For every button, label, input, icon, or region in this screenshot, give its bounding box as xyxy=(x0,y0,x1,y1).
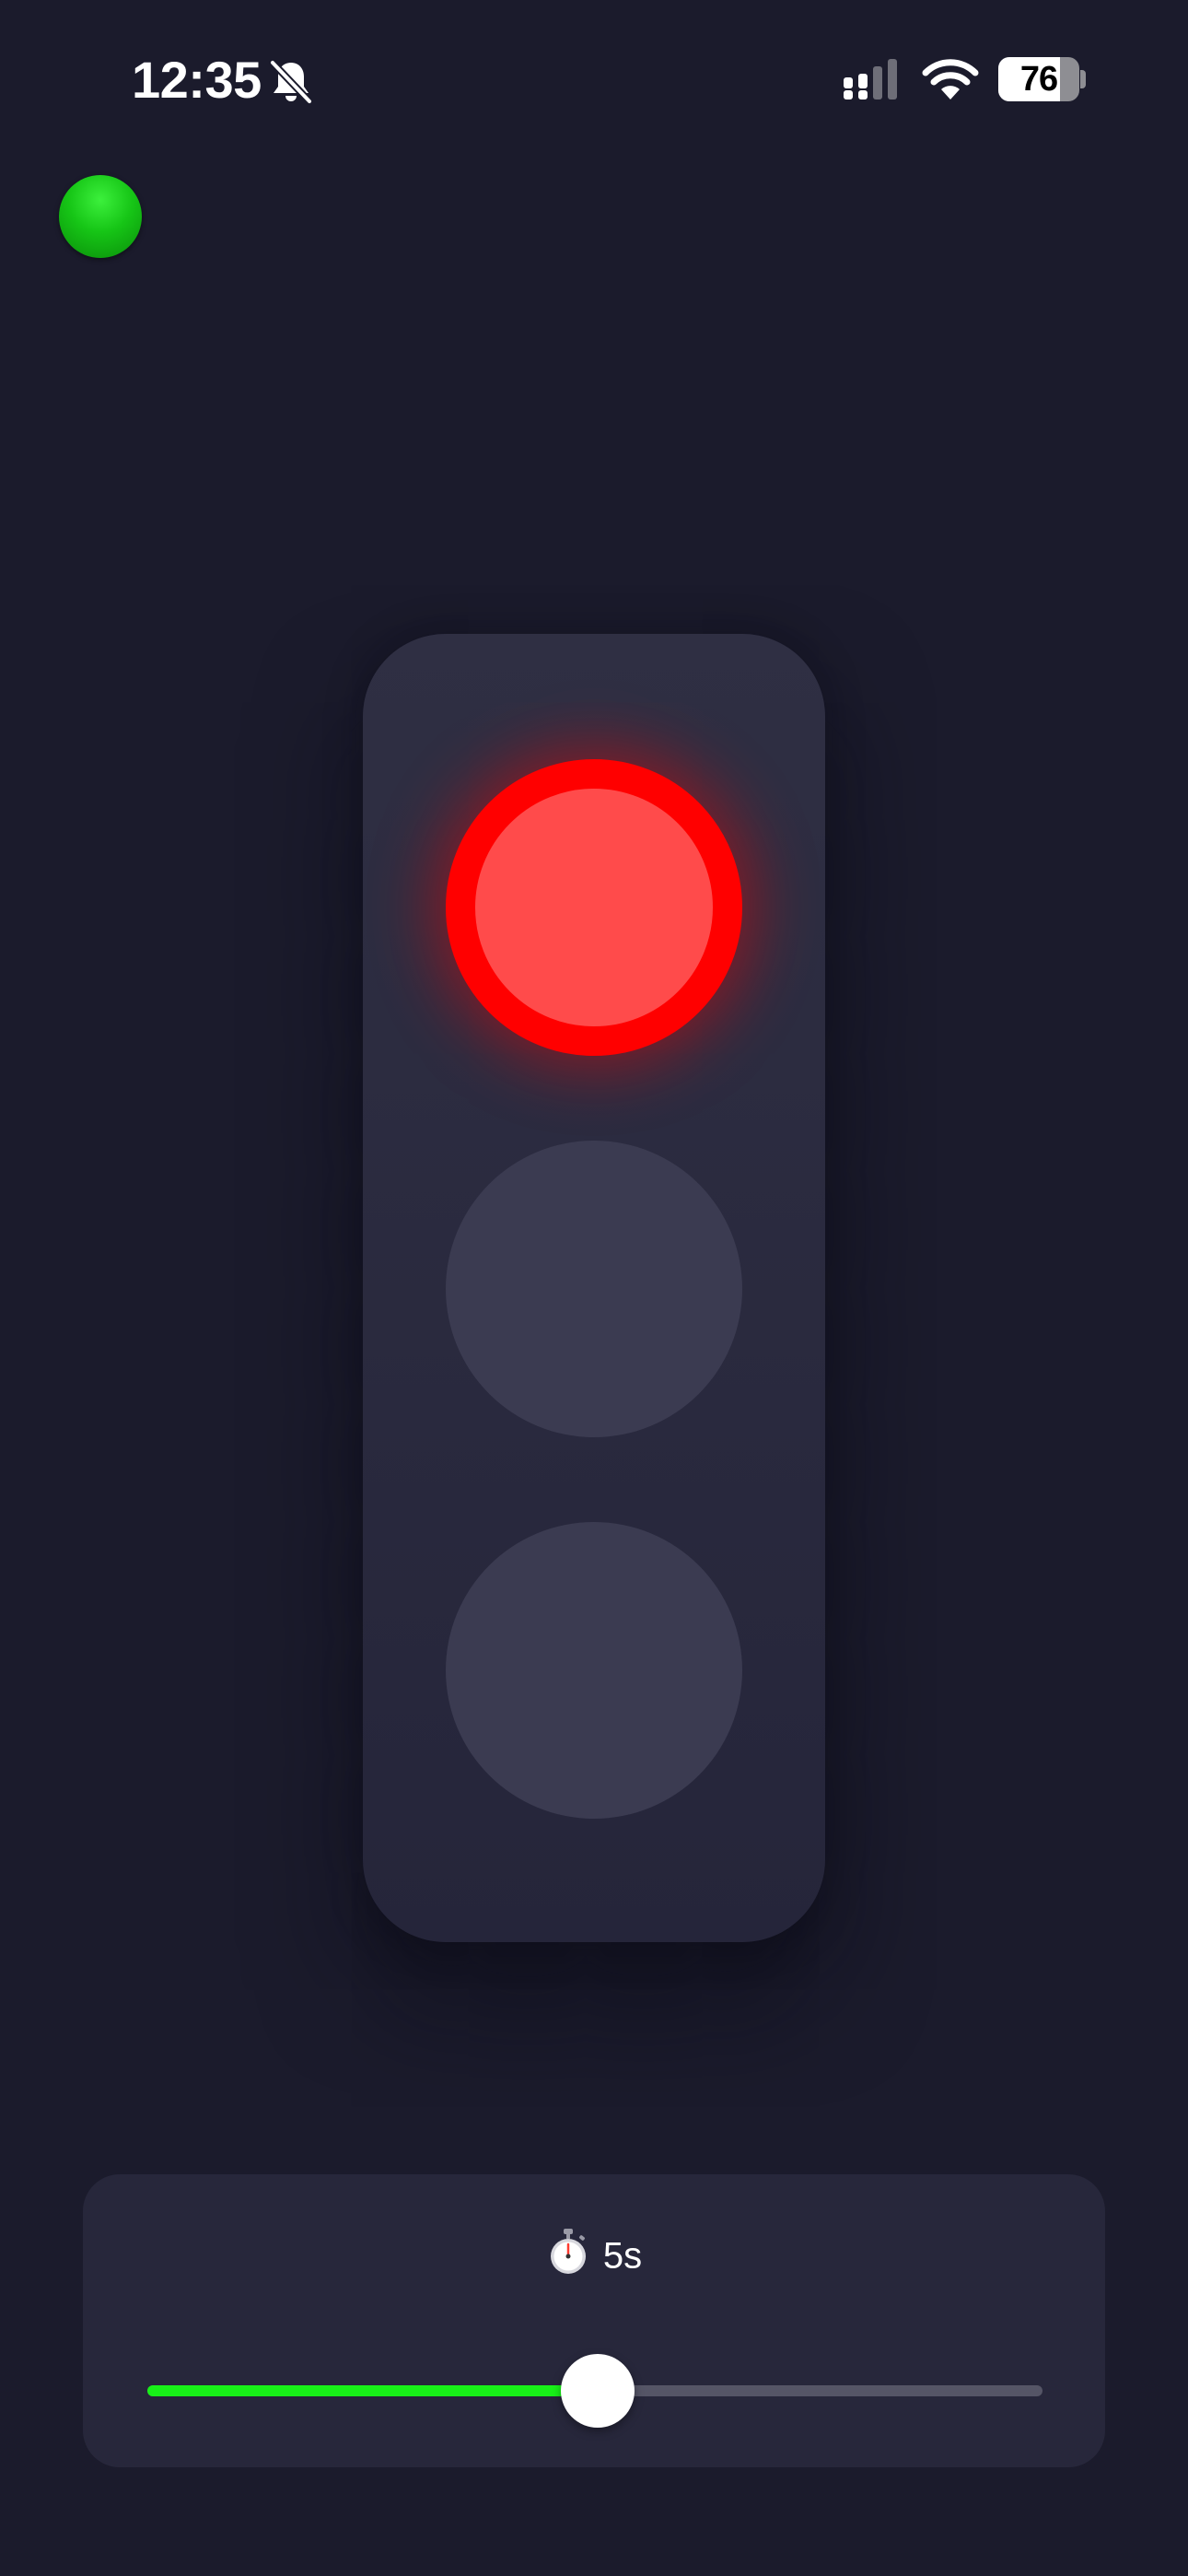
bell-slash-icon xyxy=(269,59,313,105)
timer-label: 5s xyxy=(83,2228,1105,2281)
yellow-lamp[interactable] xyxy=(446,1141,742,1437)
cellular-signal-icon xyxy=(844,59,897,100)
timer-panel: 5s xyxy=(83,2174,1105,2467)
battery-icon: 76 xyxy=(998,57,1079,101)
slider-fill xyxy=(147,2385,598,2396)
wifi-icon xyxy=(922,59,979,100)
battery-nub xyxy=(1080,70,1086,88)
slider-thumb[interactable] xyxy=(560,2354,635,2428)
green-dot-icon xyxy=(59,175,142,258)
duration-slider[interactable] xyxy=(147,2349,1042,2432)
green-lamp[interactable] xyxy=(446,1522,742,1819)
stopwatch-icon xyxy=(550,2229,586,2275)
traffic-light[interactable] xyxy=(363,634,825,1942)
timer-value: 5s xyxy=(602,2235,643,2277)
red-lamp[interactable] xyxy=(446,759,742,1056)
battery-percent: 76 xyxy=(1019,60,1058,99)
status-time: 12:35 xyxy=(132,51,262,109)
